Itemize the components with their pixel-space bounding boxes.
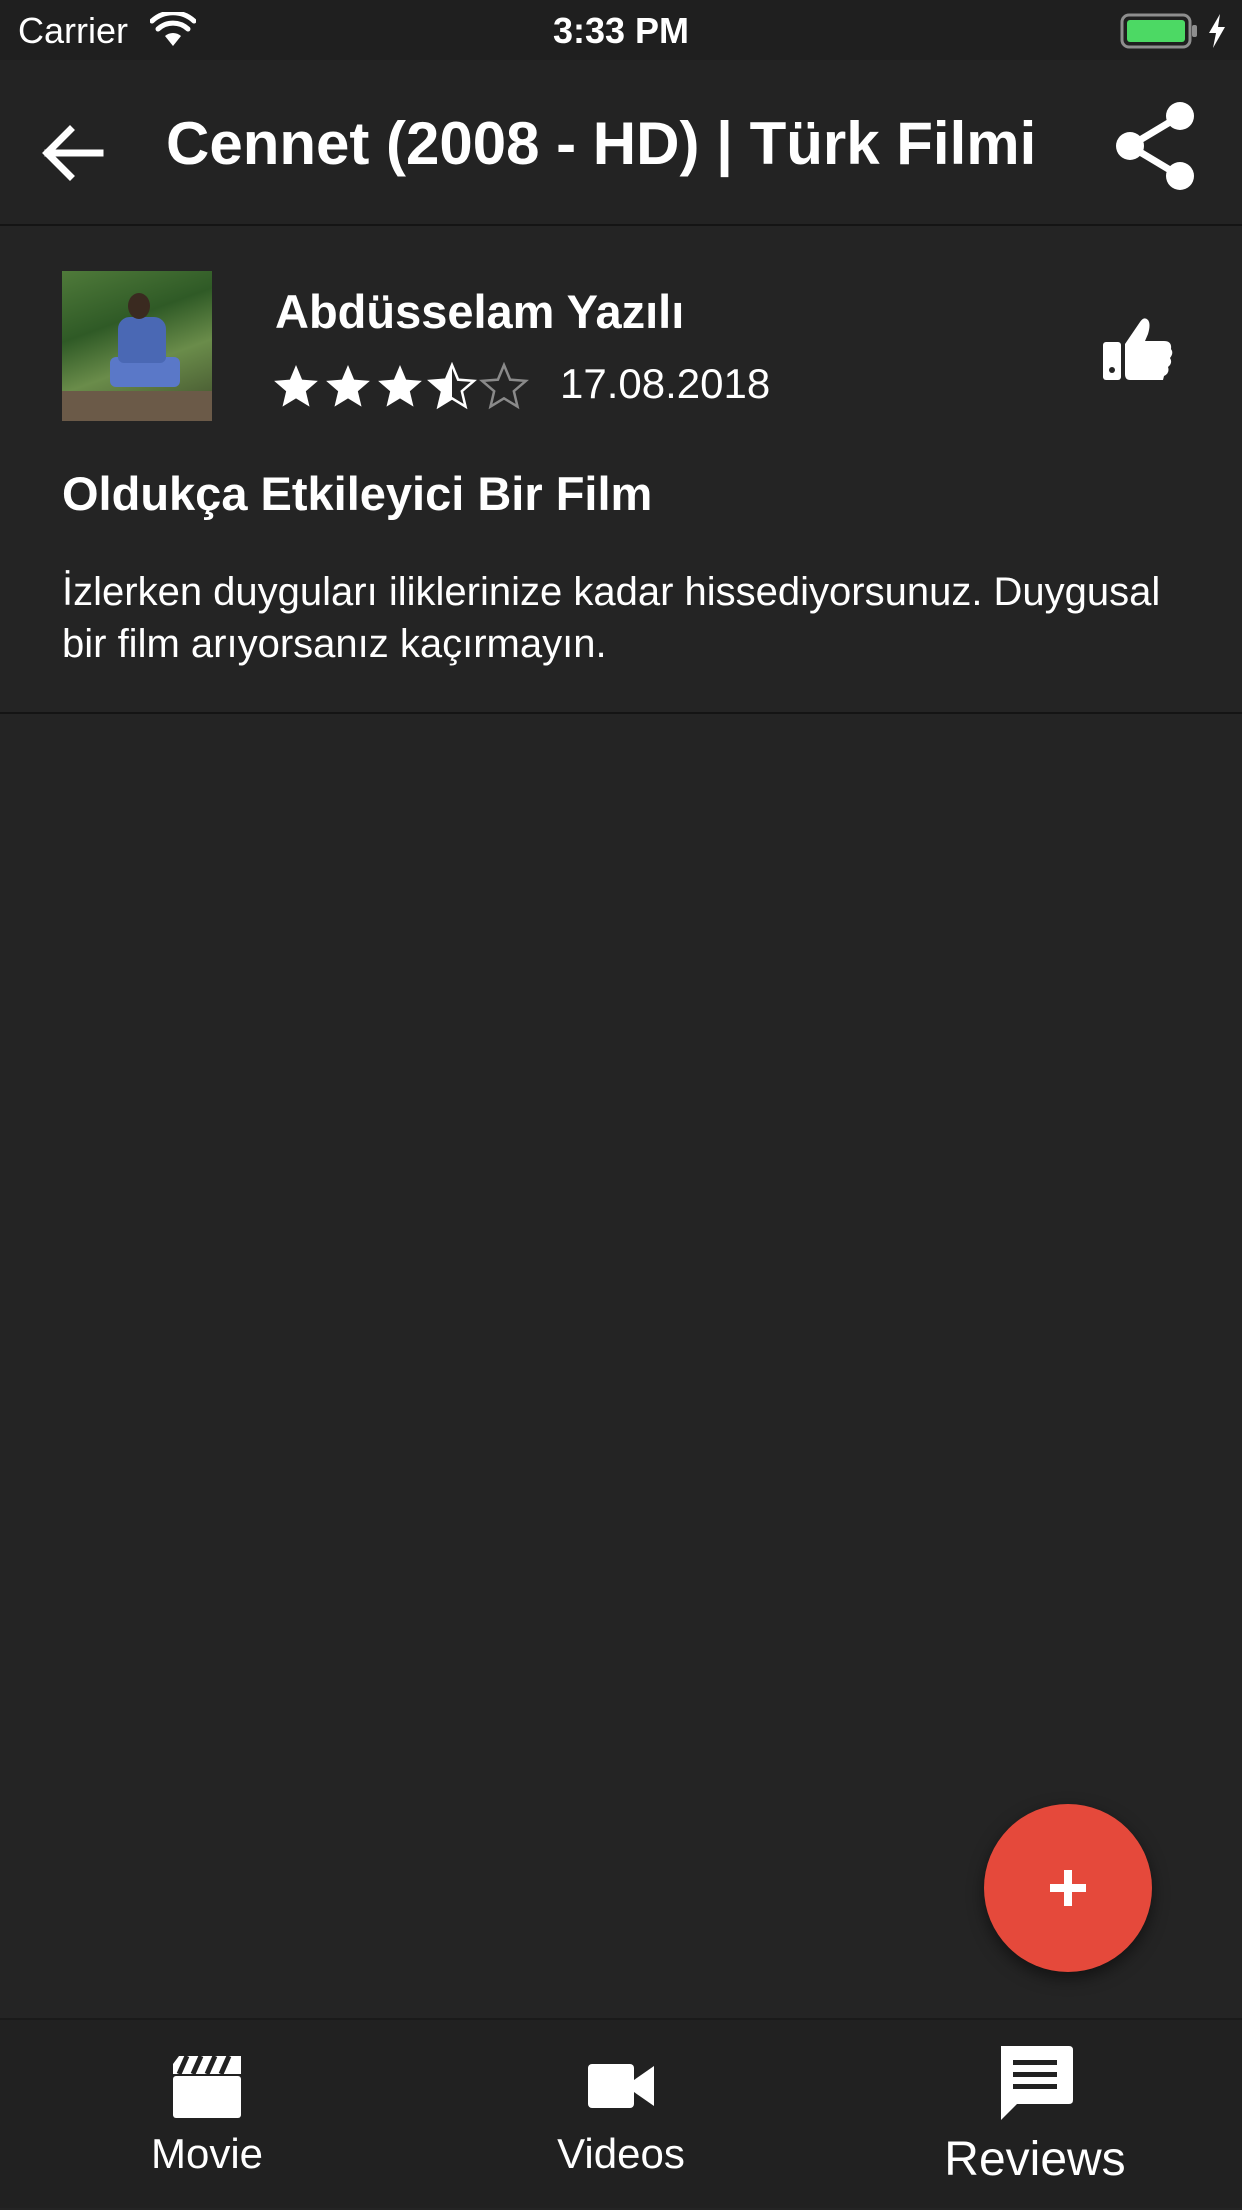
rating-star — [274, 365, 318, 407]
review-date: 17.08.2018 — [560, 360, 771, 407]
status-bar: Carrier 3:33 PM — [0, 0, 1242, 60]
page-title: Cennet (2008 - HD) | Türk Filmi — [166, 110, 1037, 177]
rating-stars — [274, 362, 529, 410]
tab-movie-label: Movie — [150, 2130, 264, 2177]
review-title: Oldukça Etkileyici Bir Film — [62, 467, 653, 520]
tab-reviews[interactable]: Reviews — [828, 2020, 1242, 2210]
tab-reviews-label: Reviews — [944, 2133, 1126, 2186]
clapperboard-icon — [173, 2054, 241, 2118]
thumbs-up-icon[interactable] — [1100, 310, 1176, 386]
tab-movie[interactable]: Movie — [0, 2020, 414, 2210]
add-review-button[interactable] — [984, 1804, 1152, 1972]
tab-videos-label: Videos — [557, 2130, 685, 2177]
rating-star — [479, 362, 529, 410]
plus-icon — [1050, 1870, 1086, 1906]
video-camera-icon — [588, 2064, 654, 2108]
rating-star — [378, 365, 422, 407]
avatar — [62, 271, 212, 421]
review-body: İzlerken duyguları iliklerinize kadar hi… — [62, 570, 1161, 666]
rating-star — [427, 362, 477, 410]
battery-icon — [1120, 13, 1197, 49]
review-card: Abdüsselam Yazılı 17.08.2018 Oldukça Etk… — [0, 226, 1242, 714]
tab-videos[interactable]: Videos — [414, 2020, 828, 2210]
reviews-icon — [1001, 2046, 1073, 2120]
charging-icon — [1209, 14, 1225, 48]
reviewer-name: Abdüsselam Yazılı — [275, 285, 685, 338]
back-arrow-icon[interactable] — [30, 110, 116, 196]
app-bar: Cennet (2008 - HD) | Türk Filmi — [0, 60, 1242, 226]
bottom-navigation: Movie Videos Reviews — [0, 2018, 1242, 2208]
share-icon[interactable] — [1110, 98, 1200, 194]
status-time: 3:33 PM — [552, 10, 690, 51]
rating-star — [326, 365, 370, 407]
